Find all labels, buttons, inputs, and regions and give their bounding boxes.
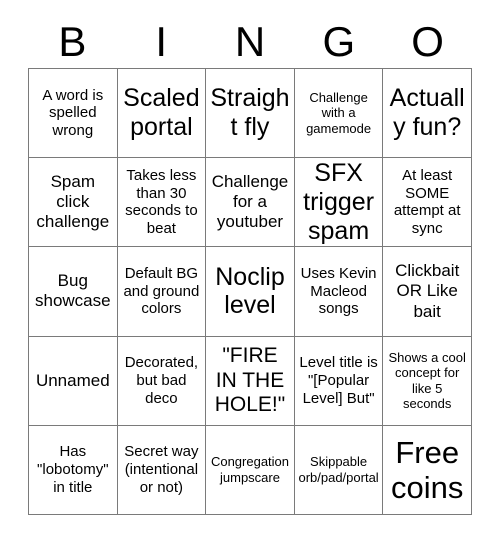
bingo-cell-label: Unnamed <box>35 370 110 390</box>
header-letter-g: G <box>322 18 356 65</box>
bingo-cell-i2[interactable]: Takes less than 30 seconds to beat <box>117 158 207 248</box>
bingo-cell-n4[interactable]: "FIRE IN THE HOLE!" <box>206 336 295 426</box>
bingo-cell-label: At least SOME attempt at sync <box>393 166 461 237</box>
bingo-cell-label: Takes less than 30 seconds to beat <box>125 166 198 237</box>
bingo-cell-g5[interactable]: Skippable orb/pad/portal <box>294 425 384 515</box>
bingo-cell-b1[interactable]: A word is spelled wrong <box>29 69 118 159</box>
bingo-cell-o4[interactable]: Shows a cool concept for like 5 seconds <box>383 336 472 426</box>
bingo-cell-n2[interactable]: Challenge for a youtuber <box>206 158 295 248</box>
bingo-cell-i1[interactable]: Scaled portal <box>117 69 207 159</box>
bingo-cell-label: Skippable orb/pad/portal <box>298 454 379 485</box>
bingo-cell-label: Has "lobotomy" in title <box>37 443 109 496</box>
header-letter-b: B <box>58 18 87 65</box>
bingo-cell-b5[interactable]: Has "lobotomy" in title <box>29 425 118 515</box>
bingo-cell-o5-free[interactable]: Free coins <box>383 425 472 515</box>
bingo-grid: A word is spelled wrong Scaled portal St… <box>28 68 472 515</box>
bingo-cell-g2[interactable]: SFX trigger spam <box>294 158 384 248</box>
bingo-cell-label: Challenge with a gamemode <box>306 89 372 136</box>
bingo-header-row: B I N G O <box>28 16 472 68</box>
bingo-cell-g4[interactable]: Level title is "[Popular Level] But" <box>294 336 384 426</box>
bingo-cell-n1[interactable]: Straight fly <box>206 69 295 159</box>
bingo-cell-g3[interactable]: Uses Kevin Macleod songs <box>294 247 384 337</box>
bingo-cell-label: Spam click challenge <box>36 172 110 232</box>
bingo-cell-n5[interactable]: Congregation jumpscare <box>206 425 295 515</box>
bingo-cell-b2[interactable]: Spam click challenge <box>29 158 118 248</box>
bingo-cell-label: Free coins <box>391 434 464 505</box>
bingo-cell-label: Clickbait OR Like bait <box>395 261 460 321</box>
bingo-cell-b4[interactable]: Unnamed <box>29 336 118 426</box>
bingo-cell-g1[interactable]: Challenge with a gamemode <box>294 69 384 159</box>
bingo-cell-o2[interactable]: At least SOME attempt at sync <box>383 158 472 248</box>
bingo-cell-label: Decorated, but bad deco <box>124 354 199 407</box>
bingo-cell-b3[interactable]: Bug showcase <box>29 247 118 337</box>
bingo-cell-label: Default BG and ground colors <box>123 264 200 318</box>
bingo-cell-label: A word is spelled wrong <box>42 86 104 139</box>
bingo-cell-label: Uses Kevin Macleod songs <box>300 264 377 318</box>
bingo-cell-label: Shows a cool concept for like 5 seconds <box>388 349 466 412</box>
bingo-cell-i4[interactable]: Decorated, but bad deco <box>117 336 207 426</box>
bingo-cell-label: Scaled portal <box>123 84 200 142</box>
bingo-cell-o3[interactable]: Clickbait OR Like bait <box>383 247 472 337</box>
header-letter-n: N <box>234 18 266 65</box>
bingo-cell-label: Bug showcase <box>34 271 111 311</box>
bingo-cell-i3[interactable]: Default BG and ground colors <box>117 247 207 337</box>
header-letter-o: O <box>411 18 444 65</box>
bingo-cell-label: Challenge for a youtuber <box>211 172 289 232</box>
bingo-cell-label: SFX trigger spam <box>303 159 375 245</box>
bingo-cell-n3[interactable]: Noclip level <box>206 247 295 337</box>
bingo-cell-label: Actually fun? <box>389 84 465 142</box>
bingo-cell-label: Noclip level <box>215 262 285 320</box>
bingo-cell-i5[interactable]: Secret way (intentional or not) <box>117 425 207 515</box>
bingo-cell-label: Straight fly <box>210 84 290 142</box>
bingo-cell-label: Level title is "[Popular Level] But" <box>299 354 378 407</box>
bingo-cell-label: Congregation jumpscare <box>210 454 290 485</box>
bingo-cell-label: Secret way (intentional or not) <box>124 443 199 496</box>
bingo-cell-label: "FIRE IN THE HOLE!" <box>214 344 286 416</box>
header-letter-i: I <box>155 18 168 65</box>
bingo-cell-o1[interactable]: Actually fun? <box>383 69 472 159</box>
bingo-card: B I N G O A word is spelled wrong Scaled… <box>0 0 500 544</box>
